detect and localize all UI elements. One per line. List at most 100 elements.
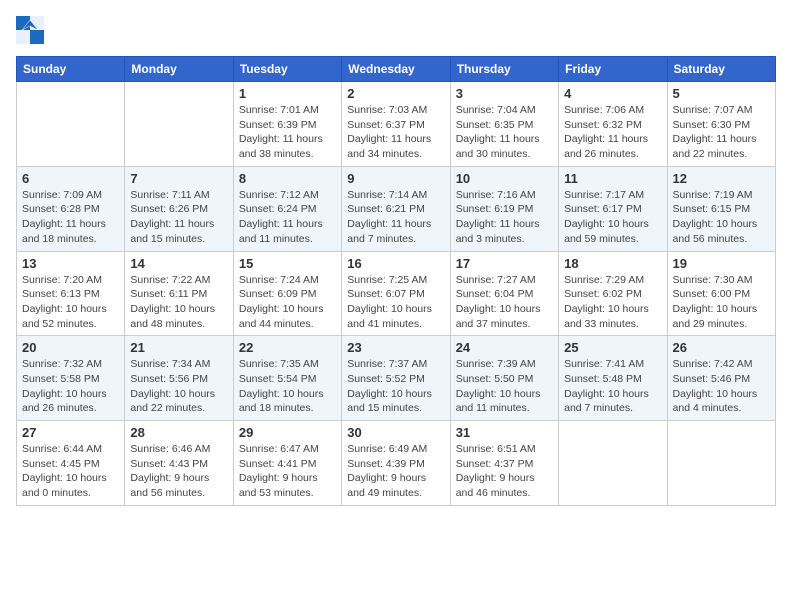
day-number: 20: [22, 340, 119, 355]
weekday-header-thursday: Thursday: [450, 57, 558, 82]
calendar-cell: 4 Sunrise: 7:06 AM Sunset: 6:32 PM Daylig…: [559, 82, 667, 167]
calendar-cell: 21 Sunrise: 7:34 AM Sunset: 5:56 PM Dayli…: [125, 336, 233, 421]
day-number: 17: [456, 256, 553, 271]
day-number: 27: [22, 425, 119, 440]
day-info: Sunrise: 7:09 AM Sunset: 6:28 PM Dayligh…: [22, 188, 119, 247]
day-info: Sunrise: 7:34 AM Sunset: 5:56 PM Dayligh…: [130, 357, 227, 416]
day-info: Sunrise: 7:29 AM Sunset: 6:02 PM Dayligh…: [564, 273, 661, 332]
weekday-header-friday: Friday: [559, 57, 667, 82]
weekday-header-tuesday: Tuesday: [233, 57, 341, 82]
day-info: Sunrise: 7:37 AM Sunset: 5:52 PM Dayligh…: [347, 357, 444, 416]
calendar-week-row: 27 Sunrise: 6:44 AM Sunset: 4:45 PM Dayli…: [17, 421, 776, 506]
weekday-header-monday: Monday: [125, 57, 233, 82]
calendar-cell: 10Sunrise: 7:16 AM Sunset: 6:19 PM Dayli…: [450, 166, 558, 251]
calendar-cell: 6Sunrise: 7:09 AM Sunset: 6:28 PM Daylig…: [17, 166, 125, 251]
calendar-cell: 14 Sunrise: 7:22 AM Sunset: 6:11 PM Dayli…: [125, 251, 233, 336]
day-info: Sunrise: 7:11 AM Sunset: 6:26 PM Dayligh…: [130, 188, 227, 247]
day-number: 7: [130, 171, 227, 186]
day-number: 16: [347, 256, 444, 271]
day-info: Sunrise: 6:44 AM Sunset: 4:45 PM Dayligh…: [22, 442, 119, 501]
day-info: Sunrise: 7:19 AM Sunset: 6:15 PM Dayligh…: [673, 188, 770, 247]
calendar-cell: 19 Sunrise: 7:30 AM Sunset: 6:00 PM Dayli…: [667, 251, 775, 336]
calendar-week-row: 6Sunrise: 7:09 AM Sunset: 6:28 PM Daylig…: [17, 166, 776, 251]
weekday-header-sunday: Sunday: [17, 57, 125, 82]
calendar-table: SundayMondayTuesdayWednesdayThursdayFrid…: [16, 56, 776, 506]
day-number: 21: [130, 340, 227, 355]
day-info: Sunrise: 7:04 AM Sunset: 6:35 PM Dayligh…: [456, 103, 553, 162]
day-number: 18: [564, 256, 661, 271]
day-number: 31: [456, 425, 553, 440]
day-number: 9: [347, 171, 444, 186]
calendar-cell: [559, 421, 667, 506]
calendar-cell: [17, 82, 125, 167]
calendar-week-row: 13 Sunrise: 7:20 AM Sunset: 6:13 PM Dayli…: [17, 251, 776, 336]
day-info: Sunrise: 7:01 AM Sunset: 6:39 PM Dayligh…: [239, 103, 336, 162]
day-number: 19: [673, 256, 770, 271]
day-number: 11: [564, 171, 661, 186]
calendar-cell: 20 Sunrise: 7:32 AM Sunset: 5:58 PM Dayli…: [17, 336, 125, 421]
calendar-cell: 2 Sunrise: 7:03 AM Sunset: 6:37 PM Daylig…: [342, 82, 450, 167]
day-info: Sunrise: 7:12 AM Sunset: 6:24 PM Dayligh…: [239, 188, 336, 247]
calendar-cell: [667, 421, 775, 506]
day-info: Sunrise: 7:16 AM Sunset: 6:19 PM Dayligh…: [456, 188, 553, 247]
day-info: Sunrise: 7:39 AM Sunset: 5:50 PM Dayligh…: [456, 357, 553, 416]
calendar-cell: 1 Sunrise: 7:01 AM Sunset: 6:39 PM Daylig…: [233, 82, 341, 167]
calendar-cell: 28Sunrise: 6:46 AM Sunset: 4:43 PM Dayli…: [125, 421, 233, 506]
calendar-cell: 30 Sunrise: 6:49 AM Sunset: 4:39 PM Dayli…: [342, 421, 450, 506]
day-number: 13: [22, 256, 119, 271]
calendar-cell: 7 Sunrise: 7:11 AM Sunset: 6:26 PM Daylig…: [125, 166, 233, 251]
day-info: Sunrise: 7:32 AM Sunset: 5:58 PM Dayligh…: [22, 357, 119, 416]
weekday-header-wednesday: Wednesday: [342, 57, 450, 82]
day-number: 29: [239, 425, 336, 440]
calendar-cell: 13 Sunrise: 7:20 AM Sunset: 6:13 PM Dayli…: [17, 251, 125, 336]
day-info: Sunrise: 7:22 AM Sunset: 6:11 PM Dayligh…: [130, 273, 227, 332]
calendar-cell: 17 Sunrise: 7:27 AM Sunset: 6:04 PM Dayli…: [450, 251, 558, 336]
calendar-cell: 22Sunrise: 7:35 AM Sunset: 5:54 PM Dayli…: [233, 336, 341, 421]
day-info: Sunrise: 7:14 AM Sunset: 6:21 PM Dayligh…: [347, 188, 444, 247]
day-number: 3: [456, 86, 553, 101]
calendar-cell: 16 Sunrise: 7:25 AM Sunset: 6:07 PM Dayli…: [342, 251, 450, 336]
calendar-cell: 15 Sunrise: 7:24 AM Sunset: 6:09 PM Dayli…: [233, 251, 341, 336]
page-header: [16, 16, 776, 44]
day-info: Sunrise: 7:25 AM Sunset: 6:07 PM Dayligh…: [347, 273, 444, 332]
day-info: Sunrise: 7:42 AM Sunset: 5:46 PM Dayligh…: [673, 357, 770, 416]
day-number: 2: [347, 86, 444, 101]
day-info: Sunrise: 7:06 AM Sunset: 6:32 PM Dayligh…: [564, 103, 661, 162]
calendar-cell: 9 Sunrise: 7:14 AM Sunset: 6:21 PM Daylig…: [342, 166, 450, 251]
calendar-cell: [125, 82, 233, 167]
day-number: 14: [130, 256, 227, 271]
calendar-week-row: 1 Sunrise: 7:01 AM Sunset: 6:39 PM Daylig…: [17, 82, 776, 167]
day-info: Sunrise: 6:49 AM Sunset: 4:39 PM Dayligh…: [347, 442, 444, 501]
calendar-week-row: 20 Sunrise: 7:32 AM Sunset: 5:58 PM Dayli…: [17, 336, 776, 421]
day-info: Sunrise: 7:27 AM Sunset: 6:04 PM Dayligh…: [456, 273, 553, 332]
day-number: 5: [673, 86, 770, 101]
calendar-cell: 29 Sunrise: 6:47 AM Sunset: 4:41 PM Dayli…: [233, 421, 341, 506]
calendar-cell: 3 Sunrise: 7:04 AM Sunset: 6:35 PM Daylig…: [450, 82, 558, 167]
day-number: 8: [239, 171, 336, 186]
day-number: 15: [239, 256, 336, 271]
day-info: Sunrise: 7:35 AM Sunset: 5:54 PM Dayligh…: [239, 357, 336, 416]
logo-icon: [16, 16, 44, 44]
calendar-cell: 12Sunrise: 7:19 AM Sunset: 6:15 PM Dayli…: [667, 166, 775, 251]
calendar-cell: 18 Sunrise: 7:29 AM Sunset: 6:02 PM Dayli…: [559, 251, 667, 336]
day-number: 4: [564, 86, 661, 101]
day-info: Sunrise: 7:30 AM Sunset: 6:00 PM Dayligh…: [673, 273, 770, 332]
day-number: 1: [239, 86, 336, 101]
day-info: Sunrise: 6:47 AM Sunset: 4:41 PM Dayligh…: [239, 442, 336, 501]
day-number: 24: [456, 340, 553, 355]
day-info: Sunrise: 7:20 AM Sunset: 6:13 PM Dayligh…: [22, 273, 119, 332]
calendar-cell: 11 Sunrise: 7:17 AM Sunset: 6:17 PM Dayli…: [559, 166, 667, 251]
day-info: Sunrise: 6:46 AM Sunset: 4:43 PM Dayligh…: [130, 442, 227, 501]
day-number: 30: [347, 425, 444, 440]
day-info: Sunrise: 7:24 AM Sunset: 6:09 PM Dayligh…: [239, 273, 336, 332]
calendar-cell: 26 Sunrise: 7:42 AM Sunset: 5:46 PM Dayli…: [667, 336, 775, 421]
weekday-header-saturday: Saturday: [667, 57, 775, 82]
day-info: Sunrise: 7:17 AM Sunset: 6:17 PM Dayligh…: [564, 188, 661, 247]
day-info: Sunrise: 7:03 AM Sunset: 6:37 PM Dayligh…: [347, 103, 444, 162]
day-number: 26: [673, 340, 770, 355]
day-number: 25: [564, 340, 661, 355]
day-number: 23: [347, 340, 444, 355]
logo: [16, 16, 48, 44]
calendar-cell: 24 Sunrise: 7:39 AM Sunset: 5:50 PM Dayli…: [450, 336, 558, 421]
calendar-cell: 27 Sunrise: 6:44 AM Sunset: 4:45 PM Dayli…: [17, 421, 125, 506]
